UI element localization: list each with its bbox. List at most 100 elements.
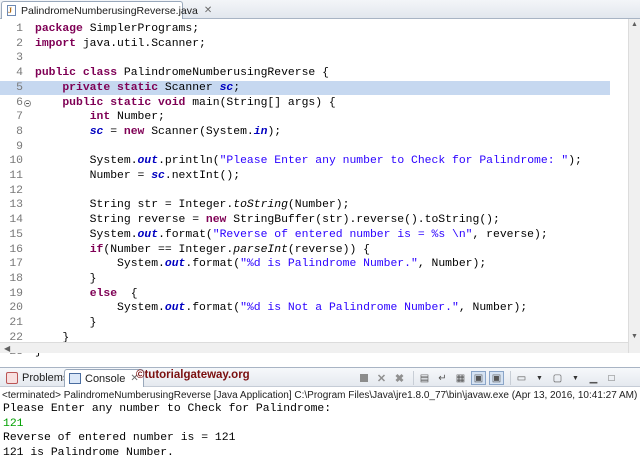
show-console-output-icon[interactable]: ▣: [489, 371, 504, 385]
code-line[interactable]: 6 public static void main(String[] args)…: [0, 96, 610, 111]
code-text: package SimplerPrograms;: [35, 23, 200, 35]
line-number: 14: [9, 214, 23, 227]
line-number: 13: [9, 199, 23, 212]
line-number: 9: [16, 140, 23, 153]
problems-icon: [6, 372, 18, 384]
code-line[interactable]: 3: [0, 51, 610, 66]
line-number: 2: [16, 37, 23, 50]
code-line[interactable]: 21 }: [0, 316, 610, 331]
line-number: 18: [9, 272, 23, 285]
code-line[interactable]: 2 import java.util.Scanner;: [0, 37, 610, 52]
open-console-dropdown-icon[interactable]: ▼: [532, 371, 547, 385]
line-number: 17: [9, 258, 23, 271]
code-text: int Number;: [89, 111, 165, 124]
toolbar-separator: [510, 371, 511, 385]
line-number: 15: [9, 228, 23, 241]
code-text: }: [35, 317, 97, 329]
code-line[interactable]: 5 private static Scanner sc;: [0, 80, 610, 96]
vertical-scrollbar[interactable]: ▲ ▼: [628, 19, 640, 353]
remove-launch-icon[interactable]: ✕: [374, 371, 389, 385]
code-line[interactable]: 12: [0, 184, 610, 199]
code-line[interactable]: 13 String str = Integer.toString(Number)…: [0, 198, 610, 213]
code-text: String str = Integer.toString(Number);: [35, 199, 350, 212]
editor-tab-label: PalindromeNumberusingReverse.java: [21, 4, 198, 17]
code-text: System.out.format("%d is Palindrome Numb…: [35, 258, 487, 271]
code-line[interactable]: 7 int Number;: [0, 110, 610, 125]
console-output[interactable]: Please Enter any number to Check for Pal…: [0, 402, 640, 462]
console-lines: Please Enter any number to Check for Pal…: [0, 402, 640, 460]
word-wrap-icon[interactable]: ↵: [435, 371, 450, 385]
line-number: 5: [16, 81, 23, 94]
editor-tab-bar: J PalindromeNumberusingReverse.java ✕: [0, 0, 640, 19]
console-icon: [69, 373, 81, 384]
line-number: 7: [16, 111, 23, 124]
code-line[interactable]: 4 public class PalindromeNumberusingRever…: [0, 66, 610, 81]
code-text: System.out.println("Please Enter any num…: [35, 155, 582, 168]
code-line[interactable]: 10 System.out.println("Please Enter any …: [0, 154, 610, 169]
code-line[interactable]: 11 Number = sc.nextInt();: [0, 169, 610, 184]
code-line[interactable]: 20 System.out.format("%d is Not a Palind…: [0, 301, 610, 316]
code-text: public static void main(String[] args) {: [62, 96, 336, 109]
display-selected-dropdown-icon[interactable]: ▼: [568, 371, 583, 385]
remove-all-icon[interactable]: ✖: [392, 371, 407, 385]
maximize-icon[interactable]: □: [604, 371, 619, 385]
watermark: ©tutorialgateway.org: [136, 369, 250, 381]
code-line[interactable]: 19 else {: [0, 287, 610, 302]
scroll-lock-icon[interactable]: ▤: [417, 371, 432, 385]
code-text: }: [35, 272, 97, 285]
terminate-icon[interactable]: [356, 371, 371, 385]
scroll-up-icon[interactable]: ▲: [631, 21, 638, 28]
open-console-icon[interactable]: ▭: [514, 371, 529, 385]
console-launch-description: <terminated> PalindromeNumberusingRevers…: [2, 390, 638, 401]
code-line[interactable]: 9: [0, 140, 610, 155]
line-number: 8: [16, 125, 23, 138]
code-line[interactable]: 1 package SimplerPrograms;: [0, 22, 610, 37]
java-file-icon: J: [6, 4, 18, 17]
scroll-down-icon[interactable]: ▼: [631, 333, 638, 340]
code-text: System.out.format("Reverse of entered nu…: [35, 228, 548, 241]
scroll-left-icon[interactable]: ◀: [4, 344, 10, 353]
minimize-icon[interactable]: ▁: [586, 371, 601, 385]
line-number: 19: [9, 287, 23, 300]
editor-tab[interactable]: J PalindromeNumberusingReverse.java ✕: [1, 1, 212, 19]
code-text: Number = sc.nextInt();: [35, 170, 241, 182]
code-text: if(Number == Integer.parseInt(reverse)) …: [89, 243, 370, 256]
code-text: else {: [89, 287, 138, 300]
tab-problems-label: Problems: [22, 372, 69, 384]
line-number: 21: [9, 317, 23, 329]
line-number: 20: [9, 302, 23, 315]
code-text: import java.util.Scanner;: [35, 37, 206, 50]
code-editor[interactable]: 1 package SimplerPrograms; 2 import java.ut…: [0, 19, 640, 358]
line-number: 16: [9, 243, 23, 256]
code-line[interactable]: 8 sc = new Scanner(System.in);: [0, 125, 610, 140]
console-toolbar: ✕ ✖ ▤ ↵ ▦ ▣ ▣ ▭ ▼ ▢ ▼ ▁ □: [356, 370, 622, 386]
code-line[interactable]: 15 System.out.format("Reverse of entered…: [0, 228, 610, 243]
code-line[interactable]: 18 }: [0, 272, 610, 287]
line-number: 10: [9, 155, 23, 168]
collapse-icon[interactable]: [24, 99, 31, 107]
code-line[interactable]: 14 String reverse = new StringBuffer(str…: [0, 213, 610, 228]
code-line[interactable]: 17 System.out.format("%d is Palindrome N…: [0, 257, 610, 272]
tab-problems[interactable]: Problems: [2, 369, 72, 387]
code-text: System.out.format("%d is Not a Palindrom…: [35, 302, 528, 315]
console-output-line: Reverse of entered number is = 121: [3, 432, 236, 445]
code-line[interactable]: 16 if(Number == Integer.parseInt(reverse…: [0, 243, 610, 258]
horizontal-scrollbar[interactable]: ◀: [0, 342, 628, 353]
line-number: 4: [16, 67, 23, 80]
code-text: public class PalindromeNumberusingRevers…: [35, 67, 329, 80]
code-text: sc = new Scanner(System.in);: [89, 125, 282, 138]
line-number: 1: [16, 23, 23, 35]
code-text: String reverse = new StringBuffer(str).r…: [35, 214, 500, 227]
toolbar-separator: [413, 371, 414, 385]
line-number: 6: [16, 96, 23, 109]
line-number: 12: [9, 184, 23, 197]
display-selected-console-icon[interactable]: ▢: [550, 371, 565, 385]
close-icon[interactable]: ✕: [204, 5, 212, 16]
pin-console-icon[interactable]: ▦: [453, 371, 468, 385]
console-output-line: Please Enter any number to Check for Pal…: [3, 403, 332, 415]
display-console-icon[interactable]: ▣: [471, 371, 486, 385]
tab-console-label: Console: [85, 372, 126, 385]
code-text: private static Scanner sc;: [62, 81, 241, 94]
console-output-line: 121 is Palindrome Number.: [3, 446, 174, 459]
tab-console[interactable]: Console ✕: [64, 369, 144, 387]
